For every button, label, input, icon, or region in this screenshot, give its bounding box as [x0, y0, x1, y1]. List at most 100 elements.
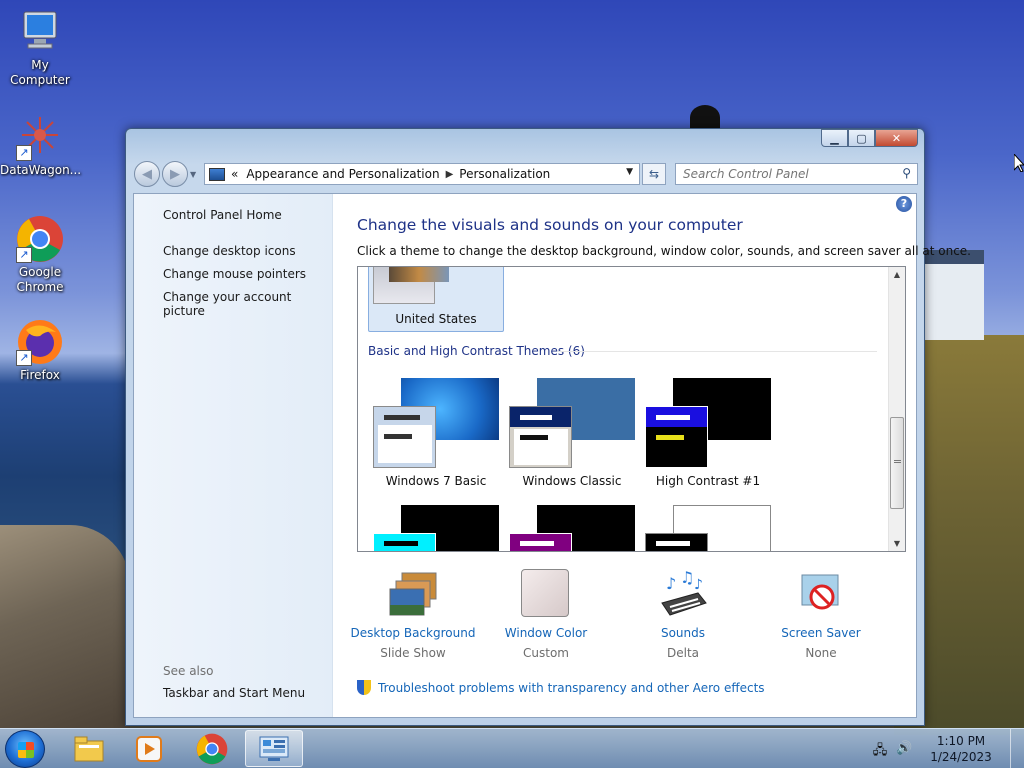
minimize-button[interactable]: ▁	[821, 129, 848, 147]
navigation-bar: ◀ ▶ ▼ « Appearance and Personalization ▶…	[134, 161, 918, 187]
link-change-desktop-icons[interactable]: Change desktop icons	[163, 244, 296, 258]
troubleshoot-link[interactable]: Troubleshoot problems with transparency …	[357, 680, 765, 695]
theme-label: Windows Classic	[522, 474, 622, 488]
screen-saver-icon	[796, 569, 846, 619]
svg-text:♪: ♪	[694, 577, 703, 593]
recent-pages-dropdown[interactable]: ▼	[190, 170, 200, 179]
wallpaper-rocks	[0, 525, 130, 735]
section-divider	[558, 351, 877, 352]
media-player-icon	[136, 735, 162, 762]
taskbar-control-panel[interactable]	[245, 730, 303, 767]
theme-preview-window	[645, 406, 708, 468]
shortcut-arrow-icon: ↗	[16, 350, 32, 366]
window-controls: ▁ ▢ ✕	[821, 129, 918, 147]
desktop-icon-label: Firefox	[20, 368, 60, 382]
theme-preview-window	[509, 406, 572, 468]
computer-icon	[16, 8, 64, 56]
theme-preview-bar	[656, 415, 690, 420]
control-panel-icon	[259, 736, 289, 761]
taskbar-media-player[interactable]	[120, 730, 178, 767]
forward-button[interactable]: ▶	[162, 161, 188, 187]
theme-preview-bar	[656, 435, 684, 440]
refresh-icon: ⇆	[648, 167, 660, 181]
desktop-icon-my-computer[interactable]: My Computer	[0, 8, 80, 88]
desktop-icon-label: My Computer	[10, 58, 70, 87]
address-bar[interactable]: « Appearance and Personalization ▶ Perso…	[204, 163, 640, 185]
scrollbar-thumb[interactable]	[890, 417, 904, 509]
theme-preview-window	[373, 533, 436, 551]
address-dropdown-icon[interactable]: ▼	[626, 167, 633, 177]
system-tray: 🖧 🔊 1:10 PM 1/24/2023	[868, 729, 1024, 768]
maximize-button[interactable]: ▢	[848, 129, 875, 147]
taskbar-chrome[interactable]	[183, 730, 241, 767]
search-box[interactable]: ⚲	[675, 163, 918, 185]
scroll-down-icon[interactable]: ▼	[889, 539, 905, 548]
volume-icon[interactable]: 🔊	[896, 741, 912, 757]
link-change-mouse-pointers[interactable]: Change mouse pointers	[163, 267, 306, 281]
troubleshoot-link-text[interactable]: Troubleshoot problems with transparency …	[378, 681, 765, 695]
theme-preview-bar	[520, 415, 552, 420]
desktop-background-icon	[388, 569, 438, 619]
clock[interactable]: 1:10 PM 1/24/2023	[916, 733, 1006, 765]
screen-saver-setting[interactable]: Screen Saver None	[751, 569, 891, 660]
search-input[interactable]	[676, 164, 886, 184]
theme-preview-bar	[520, 541, 554, 546]
scroll-up-icon[interactable]: ▲	[889, 270, 905, 279]
back-button[interactable]: ◀	[134, 161, 160, 187]
scrollbar-grip	[894, 460, 901, 463]
help-icon[interactable]: ?	[896, 196, 912, 212]
shortcut-arrow-icon: ↗	[16, 145, 32, 161]
theme-preview-window	[509, 533, 572, 551]
setting-name: Sounds	[660, 626, 706, 640]
theme-label: Windows 7 Basic	[385, 474, 487, 488]
chrome-icon: ↗	[16, 215, 64, 263]
theme-preview-bar	[656, 541, 690, 546]
theme-label: High Contrast #1	[655, 474, 761, 488]
content-area: Control Panel Home Change desktop icons …	[133, 193, 971, 718]
desktop-icon-firefox[interactable]: ↗ Firefox	[0, 318, 80, 383]
setting-value: None	[805, 646, 837, 660]
link-change-account-picture[interactable]: Change your account picture	[163, 290, 332, 318]
network-icon[interactable]: 🖧	[872, 741, 888, 758]
desktop-background-setting[interactable]: Desktop Background Slide Show	[343, 569, 483, 660]
sounds-setting[interactable]: ♪ ♫ ♪ Sounds Delta	[613, 568, 753, 660]
taskbar-file-explorer[interactable]	[60, 730, 118, 767]
refresh-button[interactable]: ⇆	[642, 163, 666, 185]
desktop-icon-chrome[interactable]: ↗ Google Chrome	[0, 215, 80, 295]
svg-text:♫: ♫	[680, 569, 694, 587]
theme-preview-image	[389, 267, 449, 282]
close-button[interactable]: ✕	[875, 129, 918, 147]
desktop-icon-datawagon[interactable]: ↗ DataWagon...	[0, 113, 81, 178]
shortcut-arrow-icon: ↗	[16, 247, 32, 263]
show-desktop-button[interactable]	[1010, 729, 1024, 768]
setting-name: Window Color	[504, 626, 588, 640]
color-swatch	[521, 569, 569, 617]
theme-settings-row: Desktop Background Slide Show Window Col…	[343, 568, 883, 669]
windows-logo-icon	[18, 742, 34, 758]
window-color-setting[interactable]: Window Color Custom	[476, 569, 616, 660]
setting-name: Desktop Background	[350, 626, 476, 640]
breadcrumb-overflow[interactable]: «	[231, 167, 238, 181]
theme-united-states[interactable]: United States	[368, 267, 504, 332]
desktop-icon-label: Google Chrome	[16, 265, 64, 294]
page-title: Change the visuals and sounds on your co…	[357, 216, 743, 234]
breadcrumb-appearance[interactable]: Appearance and Personalization	[246, 167, 439, 181]
search-icon[interactable]: ⚲	[902, 166, 911, 180]
breadcrumb-personalization[interactable]: Personalization	[459, 167, 550, 181]
theme-list-scrollbar[interactable]: ▲ ▼	[888, 267, 905, 551]
link-taskbar-start-menu[interactable]: Taskbar and Start Menu	[163, 686, 305, 700]
see-also-label: See also	[163, 664, 214, 678]
theme-list[interactable]: United States Basic and High Contrast Th…	[357, 266, 906, 552]
forward-arrow-icon: ▶	[170, 166, 180, 182]
section-heading: Basic and High Contrast Themes (6)	[368, 344, 585, 358]
datawagon-icon: ↗	[16, 113, 64, 161]
theme-preview-window	[645, 533, 708, 551]
back-arrow-icon: ◀	[142, 166, 152, 182]
start-button[interactable]	[5, 730, 45, 768]
breadcrumb-separator-icon[interactable]: ▶	[446, 169, 454, 180]
file-explorer-icon	[74, 736, 104, 761]
setting-value: Slide Show	[380, 646, 446, 660]
mouse-pointer-icon	[1014, 154, 1024, 172]
link-control-panel-home[interactable]: Control Panel Home	[163, 208, 282, 222]
theme-preview-bar	[384, 541, 418, 546]
